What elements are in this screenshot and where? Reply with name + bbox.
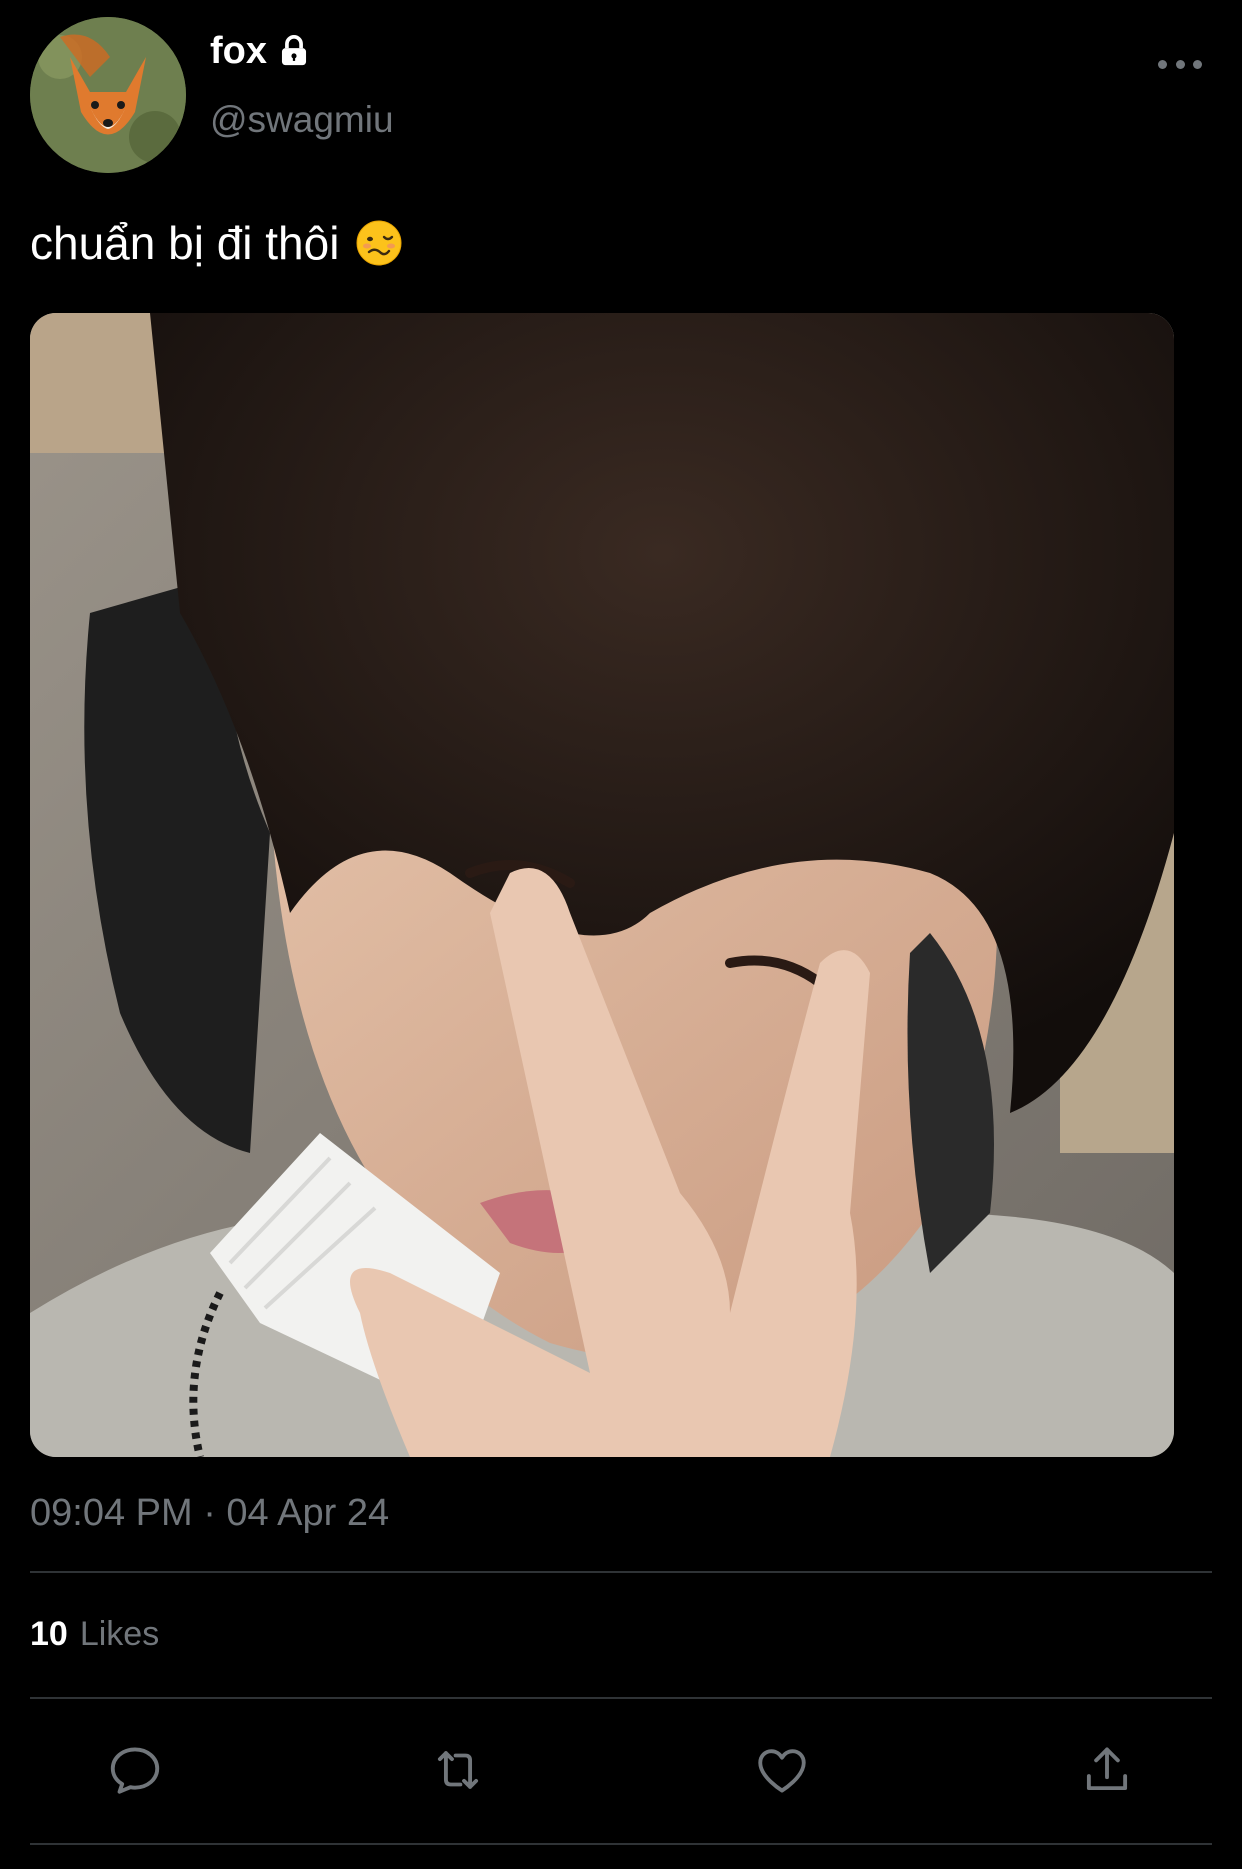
more-dot: [1158, 59, 1167, 69]
more-options-icon[interactable]: [1158, 52, 1202, 76]
more-dot: [1175, 59, 1185, 69]
selfie-photo-image: [30, 313, 1174, 1457]
divider: [30, 1697, 1212, 1699]
likes-count: 10: [30, 1615, 68, 1653]
display-name-text: fox: [210, 30, 267, 72]
like-button[interactable]: [747, 1735, 817, 1805]
likes-stat[interactable]: 10 Likes: [30, 1612, 159, 1656]
tweet-text: chuẩn bị đi thôi: [30, 214, 403, 272]
retweet-button[interactable]: [423, 1735, 493, 1805]
reply-icon: [110, 1747, 160, 1794]
author-handle[interactable]: @swagmiu: [210, 97, 394, 143]
share-button[interactable]: [1072, 1735, 1142, 1805]
tweet-photo[interactable]: [30, 313, 1174, 1457]
likes-label: Likes: [79, 1615, 160, 1653]
tweet-detail: fox @swagmiu chuẩn bị đi thôi 09:04 PM ·…: [0, 0, 1242, 1869]
lock-icon: [281, 35, 307, 66]
author-avatar[interactable]: [30, 17, 186, 173]
more-dot: [1193, 59, 1202, 69]
tweet-text-content: chuẩn bị đi thôi: [30, 217, 340, 269]
reply-button[interactable]: [100, 1735, 170, 1805]
share-icon: [1086, 1747, 1128, 1791]
heart-icon: [758, 1749, 806, 1793]
tweet-timestamp[interactable]: 09:04 PM · 04 Apr 24: [30, 1490, 389, 1536]
retweet-icon: [437, 1751, 479, 1789]
divider: [30, 1571, 1212, 1573]
author-display-name[interactable]: fox: [210, 28, 311, 74]
woozy-face-emoji: [356, 220, 402, 266]
divider: [30, 1843, 1212, 1845]
tweet-actions-bar: [0, 1735, 1242, 1805]
fox-avatar-icon: [30, 17, 186, 173]
